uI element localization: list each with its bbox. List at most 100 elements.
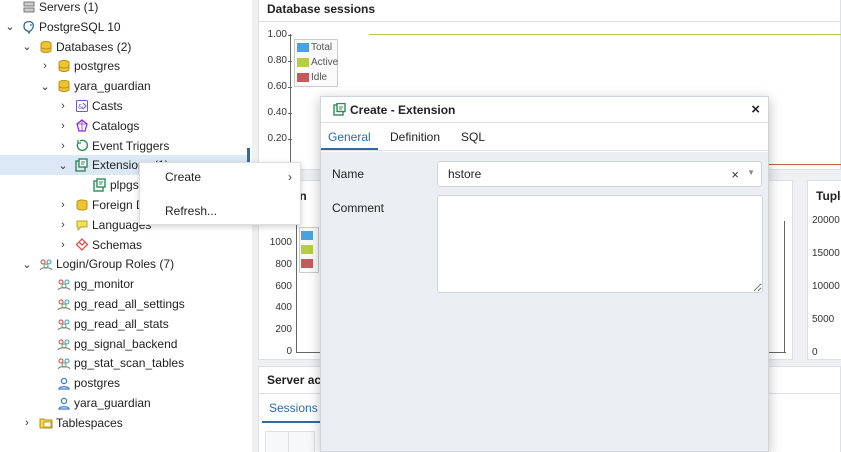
sessions-tick-label: 0.80 [267, 55, 287, 66]
sessions-tick-mark [288, 61, 292, 62]
tree-node-label: pg_read_all_stats [74, 316, 169, 331]
clear-icon[interactable]: × [731, 167, 739, 182]
group-roles-icon [39, 257, 53, 271]
tablespaces-icon [39, 416, 53, 430]
tuples-panel: Tuple 20000 15000 10000 5000 0 [807, 180, 841, 360]
sessions-chart-idle-line [769, 164, 841, 165]
group-role-icon [57, 277, 71, 291]
sessions-legend: Total Active Idle [294, 39, 338, 87]
tree-node-label: pg_stat_scan_tables [74, 356, 185, 371]
tree-node-label: Event Triggers [92, 138, 170, 153]
sessions-tick-label: 0.20 [267, 133, 287, 144]
database-icon [57, 59, 71, 73]
tree-node[interactable]: pg_monitor [0, 274, 134, 294]
casts-icon: & [75, 99, 89, 113]
chevron-right-icon[interactable]: › [20, 417, 34, 429]
transactions-chart-right-edge [784, 221, 785, 353]
context-menu-refresh[interactable]: Refresh... [140, 198, 300, 224]
tree-node[interactable]: › Schemas [0, 235, 142, 255]
transactions-tick-label: 400 [275, 302, 292, 314]
context-menu-refresh-label: Refresh... [165, 204, 218, 218]
chevron-right-icon[interactable]: › [56, 140, 70, 152]
tree-node[interactable]: › postgres [0, 56, 120, 76]
tree-node[interactable]: Servers (1) [0, 0, 98, 17]
tree-node[interactable]: › Catalogs [0, 116, 139, 136]
tree-node-label: Catalogs [92, 118, 140, 133]
chevron-down-icon[interactable]: ⌄ [20, 40, 34, 53]
foreign-data-wrapper-icon [75, 198, 89, 212]
chevron-right-icon[interactable]: › [56, 120, 70, 132]
tree-node[interactable]: ⌄ Databases (2) [0, 37, 131, 57]
chevron-down-icon[interactable]: ⌄ [38, 80, 52, 93]
sessions-tick-label: 0.60 [267, 81, 287, 92]
tree-node[interactable]: › Languages [0, 215, 151, 235]
name-select-value: hstore [448, 167, 482, 181]
tuples-tick-label: 5000 [812, 314, 835, 325]
chevron-right-icon[interactable]: › [56, 239, 70, 251]
transactions-tick-label: 0 [286, 346, 292, 357]
extension-icon [93, 178, 107, 192]
postgresql-elephant-icon [22, 20, 36, 34]
comment-label: Comment [332, 201, 385, 215]
tree-node[interactable]: pg_read_all_settings [0, 294, 185, 314]
tree-node[interactable]: ⌄ PostgreSQL 10 [0, 17, 121, 37]
tree-node-label: postgres [74, 376, 121, 391]
tree-node[interactable]: ⌄ Login/Group Roles (7) [0, 254, 174, 274]
server-activity-table-divider [288, 432, 289, 452]
database-icon [39, 40, 53, 54]
server-activity-tab-underline [262, 421, 322, 423]
tuples-tick-label: 10000 [812, 281, 840, 292]
chevron-right-icon[interactable]: › [56, 219, 70, 231]
tree-node[interactable]: › Tablespaces [0, 413, 123, 433]
extensions-icon [75, 158, 89, 173]
chevron-right-icon: › [288, 170, 292, 184]
tree-node[interactable]: ⌄ yara_guardian [0, 76, 151, 96]
tree-node-label: Tablespaces [56, 415, 123, 430]
caret-down-icon[interactable]: ▼ [747, 168, 755, 177]
database-icon [57, 79, 71, 93]
chevron-down-icon[interactable]: ⌄ [20, 258, 34, 271]
chevron-down-icon[interactable]: ⌄ [3, 20, 17, 33]
context-menu-create[interactable]: Create › [140, 164, 300, 190]
chevron-down-icon[interactable]: ⌄ [56, 159, 70, 172]
tree-node[interactable]: pg_read_all_stats [0, 314, 169, 334]
event-triggers-icon [75, 139, 89, 153]
tab-general[interactable]: General [321, 124, 378, 150]
group-role-icon [57, 356, 71, 370]
tree-node-label: yara_guardian [74, 79, 151, 94]
tree-node[interactable]: postgres [0, 373, 120, 393]
tree-node-label: Servers (1) [39, 0, 99, 14]
tree-node-label: Databases (2) [56, 39, 132, 54]
sessions-tick-mark [288, 87, 292, 88]
tree-node-label: yara_guardian [74, 396, 151, 410]
tab-sql[interactable]: SQL [454, 124, 492, 150]
server-activity-sessions-tab[interactable]: Sessions [269, 401, 318, 415]
group-role-icon [57, 297, 71, 311]
chevron-right-icon[interactable]: › [56, 100, 70, 112]
dialog-tabs: General Definition SQL [321, 124, 768, 151]
chevron-right-icon[interactable]: › [38, 60, 52, 72]
tree-node-label: Schemas [92, 237, 143, 252]
name-select[interactable]: hstore × ▼ [437, 161, 762, 187]
tab-definition[interactable]: Definition [383, 124, 447, 150]
legend-swatch [297, 43, 309, 52]
legend-label: Active [311, 57, 339, 68]
login-role-icon [57, 396, 71, 410]
tree-node[interactable]: pg_signal_backend [0, 334, 177, 354]
tree-node[interactable]: › & Casts [0, 96, 123, 116]
tree-node[interactable]: yara_guardian [0, 393, 151, 413]
group-role-icon [57, 337, 71, 351]
transactions-tick-label: 1000 [269, 237, 292, 248]
tree-node[interactable]: › Event Triggers [0, 136, 169, 156]
tuples-tick-label: 20000 [812, 215, 840, 226]
tuples-tick-label: 15000 [812, 248, 840, 259]
tree-node[interactable]: pg_stat_scan_tables [0, 353, 184, 373]
sessions-chart-divider [259, 21, 840, 22]
chevron-right-icon[interactable]: › [56, 199, 70, 211]
tree-node[interactable]: plpgsql [0, 175, 148, 195]
legend-label: Total [311, 42, 333, 53]
close-icon[interactable]: × [751, 101, 760, 118]
dialog-header[interactable]: Create - Extension × [321, 97, 768, 123]
context-menu-create-label: Create [165, 170, 202, 184]
comment-textarea[interactable] [437, 195, 763, 293]
